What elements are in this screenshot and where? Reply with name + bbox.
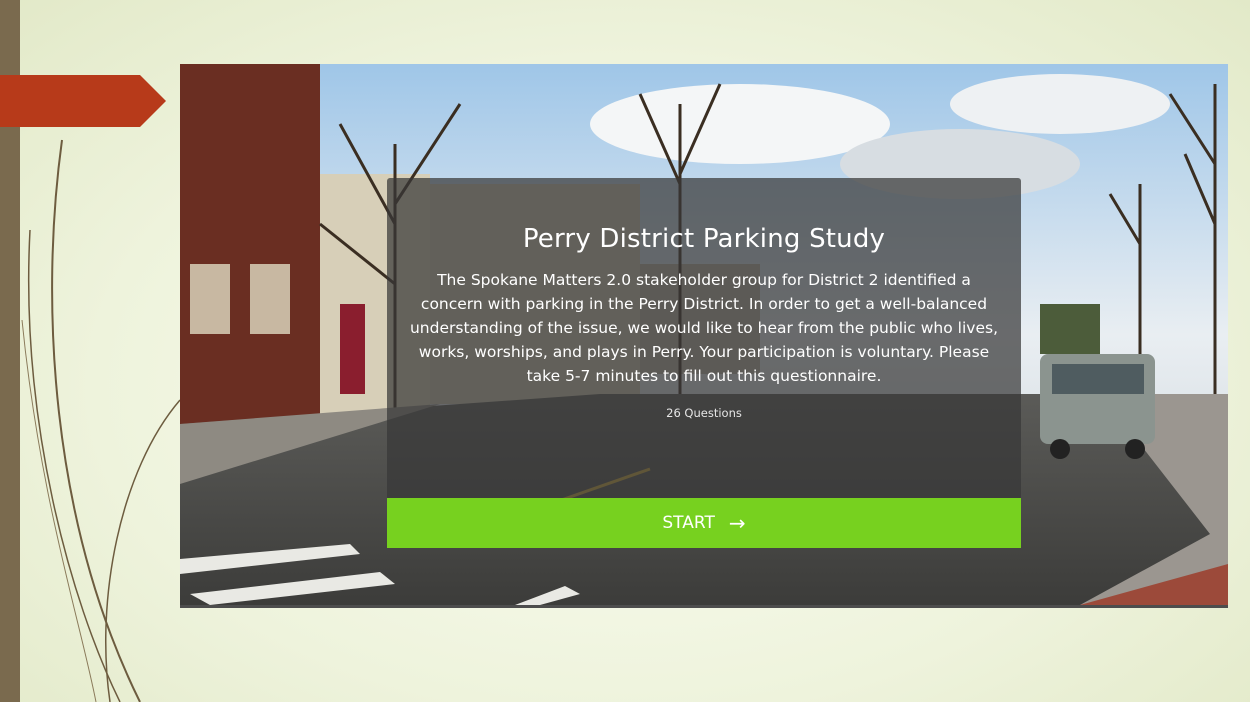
survey-screenshot: Perry District Parking Study The Spokane… bbox=[180, 64, 1228, 608]
arrow-right-icon: → bbox=[728, 511, 746, 535]
survey-intro-card: Perry District Parking Study The Spokane… bbox=[387, 178, 1021, 498]
slide-marker-arrow bbox=[0, 75, 166, 127]
start-button[interactable]: START → bbox=[387, 498, 1021, 548]
survey-description: The Spokane Matters 2.0 stakeholder grou… bbox=[409, 271, 998, 385]
survey-title: Perry District Parking Study bbox=[522, 224, 886, 254]
start-button-label: START bbox=[662, 513, 715, 533]
question-count: 26 Questions bbox=[666, 406, 742, 420]
